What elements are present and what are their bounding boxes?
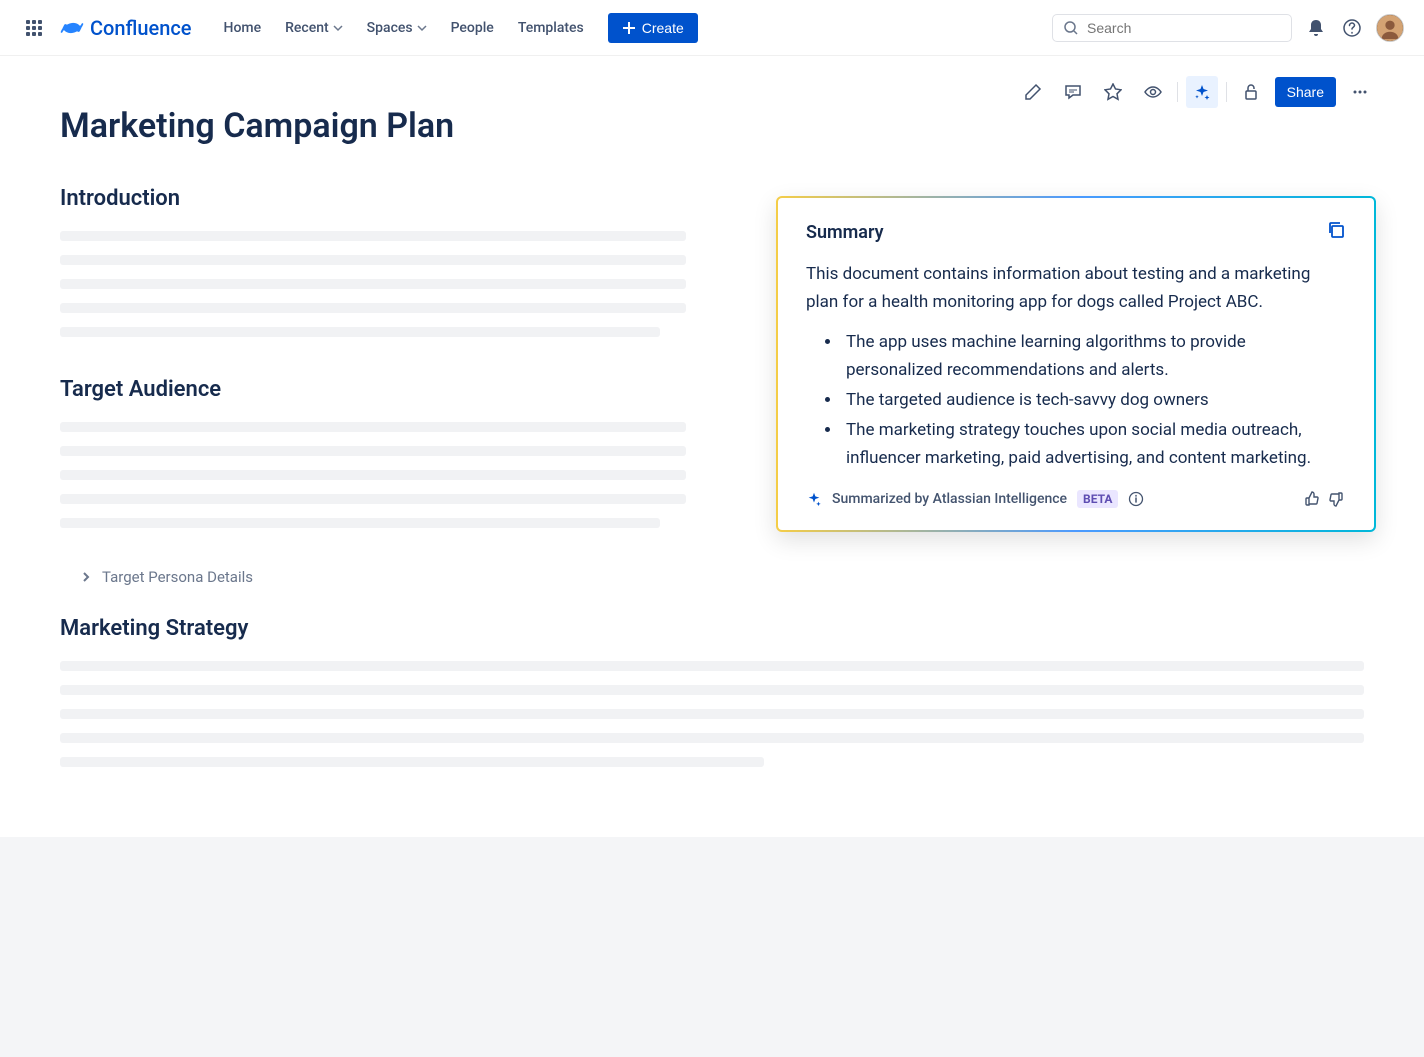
page-toolbar: Share [1017,76,1376,108]
nav-people[interactable]: People [441,14,504,42]
summary-title: Summary [806,222,884,243]
watch-icon[interactable] [1137,76,1169,108]
section-strategy-heading: Marketing Strategy [60,616,1364,641]
search-box[interactable] [1052,14,1292,42]
nav-home[interactable]: Home [214,14,272,42]
more-icon[interactable] [1344,76,1376,108]
ai-icon[interactable] [1186,76,1218,108]
app-switcher-icon[interactable] [20,14,48,42]
chevron-right-icon [80,571,92,583]
create-button[interactable]: Create [608,13,698,43]
restrictions-icon[interactable] [1235,76,1267,108]
confluence-logo[interactable]: Confluence [60,16,192,40]
page-title: Marketing Campaign Plan [60,106,1364,146]
beta-badge: BETA [1077,490,1118,508]
nav-recent[interactable]: Recent [275,14,353,42]
nav-spaces[interactable]: Spaces [357,14,437,42]
summary-bullet: The app uses machine learning algorithms… [842,328,1346,384]
toolbar-divider [1177,82,1178,102]
user-avatar[interactable] [1376,14,1404,42]
ai-sparkle-icon [806,491,822,507]
summary-header: Summary [806,220,1346,244]
notifications-icon[interactable] [1304,16,1328,40]
summary-footer: Summarized by Atlassian Intelligence BET… [806,490,1346,508]
toolbar-divider [1226,82,1227,102]
search-input[interactable] [1087,20,1281,36]
help-icon[interactable] [1340,16,1364,40]
page-background [0,837,1424,1057]
strategy-content [60,661,1364,767]
ai-summary-panel: Summary This document contains informati… [776,196,1376,532]
brand-name: Confluence [90,16,192,40]
copy-icon[interactable] [1326,220,1346,244]
chevron-down-icon [417,23,427,33]
thumbs-down-icon[interactable] [1328,490,1346,508]
page-content: Share Marketing Campaign Plan Introducti… [0,56,1424,837]
summary-bullets: The app uses machine learning algorithms… [806,328,1346,472]
expand-target-persona[interactable]: Target Persona Details [60,568,1364,586]
plus-icon [622,21,636,35]
summary-bullet: The marketing strategy touches upon soci… [842,416,1346,472]
chevron-down-icon [333,23,343,33]
expand-label: Target Persona Details [102,568,253,586]
share-button[interactable]: Share [1275,77,1336,107]
comment-icon[interactable] [1057,76,1089,108]
edit-icon[interactable] [1017,76,1049,108]
summary-attribution: Summarized by Atlassian Intelligence [832,491,1067,507]
confluence-icon [60,16,84,40]
star-icon[interactable] [1097,76,1129,108]
nav-links: Home Recent Spaces People Templates Crea… [214,13,698,43]
summary-intro-text: This document contains information about… [806,260,1346,316]
summary-bullet: The targeted audience is tech-savvy dog … [842,386,1346,414]
search-icon [1063,20,1079,36]
nav-templates[interactable]: Templates [508,14,594,42]
info-icon[interactable] [1128,491,1144,507]
top-nav: Confluence Home Recent Spaces People Tem… [0,0,1424,56]
thumbs-up-icon[interactable] [1302,490,1320,508]
